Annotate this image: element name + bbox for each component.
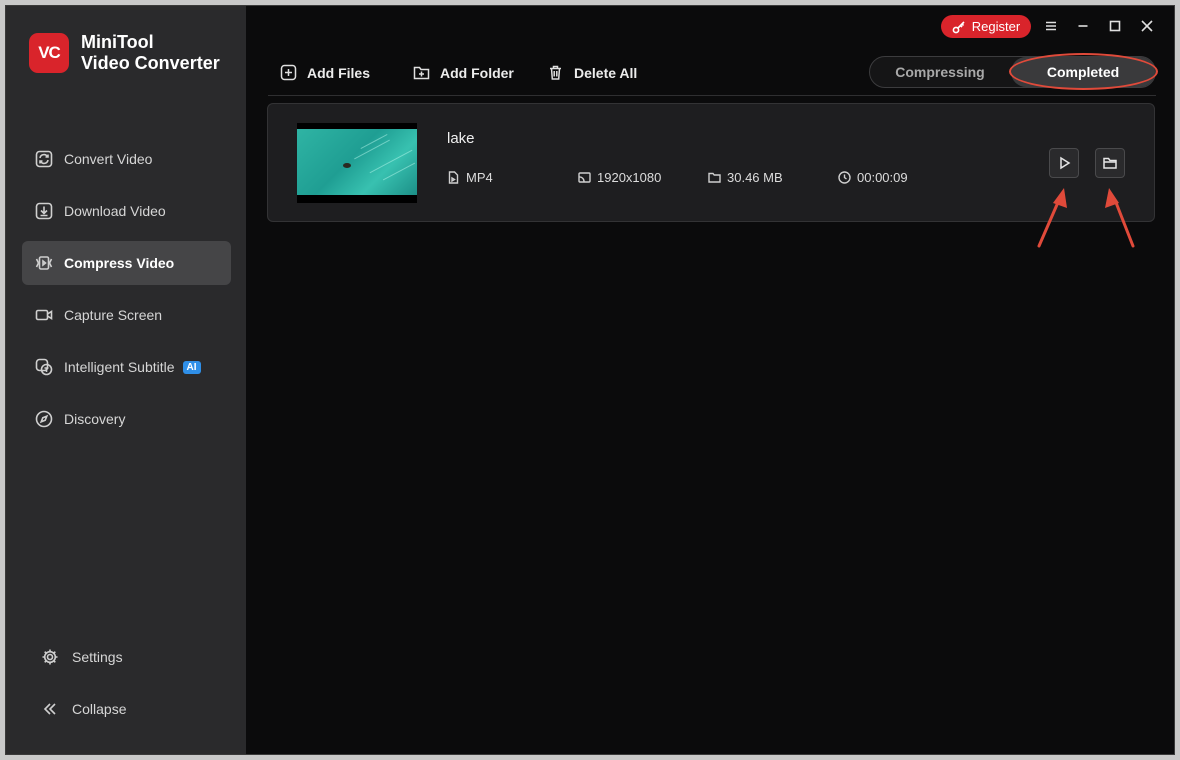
- trash-icon: [550, 65, 561, 80]
- sidebar-item-label: Compress Video: [64, 255, 175, 271]
- video-file-icon: [448, 171, 459, 184]
- register-label: Register: [971, 19, 1021, 34]
- close-button[interactable]: [1137, 16, 1157, 36]
- minimize-button[interactable]: [1073, 16, 1093, 36]
- compass-icon: [35, 410, 53, 428]
- add-folder-icon: [413, 66, 430, 80]
- app-title-line1: MiniTool: [81, 32, 154, 52]
- app-logo: VC MiniTool Video Converter: [29, 32, 220, 74]
- annotation-arrow-left: [1037, 188, 1067, 248]
- compress-icon: [35, 254, 53, 272]
- settings-button[interactable]: Settings: [41, 648, 123, 666]
- thumbnail-image: [297, 129, 417, 195]
- refresh-icon: [35, 150, 53, 168]
- logo-icon: VC: [29, 33, 69, 73]
- sidebar-item-label: Intelligent Subtitle: [64, 359, 175, 375]
- file-format: MP4: [447, 170, 493, 185]
- sidebar-item-capture-screen[interactable]: Capture Screen: [22, 293, 231, 337]
- file-card: lake MP4 1920x1080 30.46 MB 00:00:09: [267, 103, 1155, 222]
- sidebar-item-download-video[interactable]: Download Video: [22, 189, 231, 233]
- play-button[interactable]: [1049, 148, 1079, 178]
- folder-icon: [1103, 157, 1117, 169]
- add-folder-button[interactable]: Add Folder: [413, 64, 514, 81]
- sidebar-item-label: Capture Screen: [64, 307, 163, 323]
- sidebar-item-discovery[interactable]: Discovery: [22, 397, 231, 441]
- delete-all-button[interactable]: Delete All: [547, 64, 637, 81]
- app-title: MiniTool Video Converter: [81, 32, 220, 74]
- file-duration-value: 00:00:09: [857, 170, 908, 185]
- register-button[interactable]: Register: [941, 15, 1031, 38]
- toolbar-divider: [268, 95, 1156, 96]
- settings-label: Settings: [72, 649, 123, 665]
- add-file-icon: [280, 64, 297, 81]
- duck-shape: [343, 163, 351, 168]
- sidebar-item-label: Download Video: [64, 203, 166, 219]
- sidebar-item-convert-video[interactable]: Convert Video: [22, 137, 231, 181]
- key-icon: [952, 20, 965, 33]
- sidebar-nav: Convert Video Download Video Compress Vi…: [22, 137, 231, 449]
- sidebar-item-intelligent-subtitle[interactable]: Intelligent Subtitle AI: [22, 345, 231, 389]
- double-chevron-left-icon: [43, 703, 56, 715]
- sidebar: VC MiniTool Video Converter Convert Vide…: [6, 6, 246, 754]
- file-duration: 00:00:09: [838, 170, 908, 185]
- collapse-button[interactable]: Collapse: [41, 700, 126, 718]
- ai-badge: AI: [182, 360, 201, 374]
- file-size-value: 30.46 MB: [727, 170, 783, 185]
- file-resolution: 1920x1080: [578, 170, 661, 185]
- menu-button[interactable]: [1041, 16, 1061, 36]
- subtitle-icon: [35, 358, 53, 376]
- app-window: VC MiniTool Video Converter Convert Vide…: [5, 5, 1175, 755]
- download-icon: [35, 202, 53, 220]
- gear-icon: [42, 649, 58, 665]
- delete-all-label: Delete All: [574, 64, 638, 81]
- play-icon: [1060, 156, 1071, 170]
- folder-icon: [708, 172, 721, 183]
- add-folder-label: Add Folder: [440, 64, 514, 81]
- add-files-button[interactable]: Add Files: [280, 64, 370, 81]
- resolution-icon: [578, 172, 591, 183]
- camera-icon: [35, 306, 53, 324]
- annotation-highlight-ring: [1009, 53, 1158, 90]
- file-size: 30.46 MB: [708, 170, 783, 185]
- file-name: lake: [447, 130, 475, 147]
- file-format-value: MP4: [466, 170, 493, 185]
- app-title-line2: Video Converter: [81, 53, 220, 73]
- sidebar-item-label: Discovery: [64, 411, 126, 427]
- hamburger-icon: [1046, 21, 1056, 31]
- file-resolution-value: 1920x1080: [597, 170, 662, 185]
- open-folder-button[interactable]: [1095, 148, 1125, 178]
- maximize-icon: [1109, 20, 1121, 32]
- add-files-label: Add Files: [307, 64, 371, 81]
- maximize-button[interactable]: [1105, 16, 1125, 36]
- close-icon: [1141, 20, 1153, 32]
- sidebar-item-label: Convert Video: [64, 151, 153, 167]
- annotation-arrow-right: [1105, 188, 1135, 248]
- clock-icon: [838, 171, 851, 184]
- collapse-label: Collapse: [72, 701, 127, 717]
- minimize-icon: [1078, 25, 1088, 27]
- sidebar-item-compress-video[interactable]: Compress Video: [22, 241, 231, 285]
- tab-compressing[interactable]: Compressing: [870, 57, 1010, 87]
- video-thumbnail[interactable]: [297, 123, 417, 203]
